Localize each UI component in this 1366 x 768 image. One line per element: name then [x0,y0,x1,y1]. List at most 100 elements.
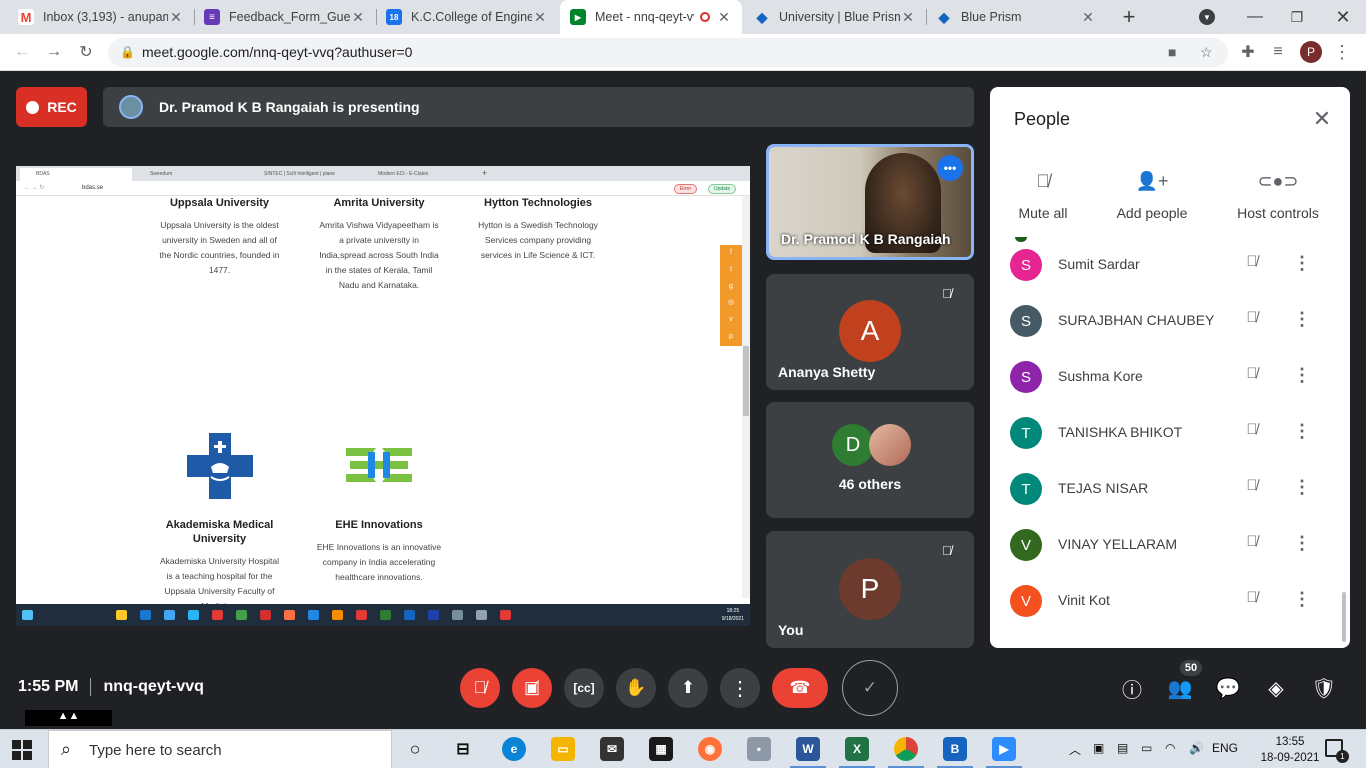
blueprism-icon[interactable]: B [937,737,973,768]
host-controls-icon[interactable]: 🛡 [1311,675,1337,701]
camera-toggle-button[interactable]: ▣̸ [512,668,552,708]
shared-screen[interactable]: BDAS Sweedum SINTEC | Scifi Intelligent … [16,166,750,626]
extensions-icon[interactable]: ✚ [1236,40,1260,64]
address-bar[interactable]: 🔒 meet.google.com/nnq-qeyt-vvq?authuser=… [108,38,1228,67]
browser-tab-meet[interactable]: ▶ Meet - nnq-qeyt-vvq ✕ [560,0,742,34]
close-tab-icon[interactable]: ✕ [532,9,548,26]
toggle-icon: ⊂●⊃ [1257,171,1299,191]
chat-icon[interactable]: 💬 [1215,675,1241,701]
participant-row[interactable]: T TANISHKA BHIKOT 🎙̸ ⋮ [990,405,1340,461]
participant-row[interactable]: S Sushma Kore 🎙̸ ⋮ [990,349,1340,405]
more-options-icon[interactable]: ⋮ [1290,421,1314,445]
zoom-icon[interactable]: ▶ [986,737,1022,768]
mic-off-icon[interactable]: 🎙̸ [1240,309,1264,333]
mute-all-button[interactable]: 🎙̸ Mute all [990,171,1098,221]
self-tile[interactable]: 🎙̸ P You [766,531,974,648]
more-options-icon[interactable]: ⋮ [1290,589,1314,613]
participant-row[interactable]: V VINAY YELLARAM 🎙̸ ⋮ [990,517,1340,573]
edge-icon[interactable]: e [502,737,526,761]
activities-icon[interactable]: ◈ [1263,675,1289,701]
store-icon[interactable]: ▦ [649,737,673,761]
cortana-icon[interactable]: ○ [403,737,427,761]
browser-menu-icon[interactable]: ⋮ [1330,40,1354,64]
taskbar-clock[interactable]: 13:55 18-09-2021 [1258,734,1322,766]
mic-off-icon[interactable]: 🎙̸ [1240,533,1264,557]
media-control-icon[interactable]: ≡ [1266,40,1290,64]
close-window-icon[interactable]: ✕ [1330,0,1356,34]
raise-hand-button[interactable]: ✋ [616,668,656,708]
mic-off-icon[interactable]: 🎙̸ [1240,477,1264,501]
new-tab-button[interactable]: + [1116,0,1142,34]
excel-icon[interactable]: X [839,737,875,768]
close-tab-icon[interactable]: ✕ [168,9,184,26]
mic-off-icon[interactable]: 🎙̸ [1240,421,1264,445]
participant-row[interactable]: V Vinit Kot 🎙̸ ⋮ [990,573,1340,629]
microphone-toggle-button[interactable]: 🎙̸ [460,668,500,708]
participant-avatar: V [1010,529,1042,561]
forward-icon[interactable]: → [42,40,66,64]
browser-toolbar: ← → ↻ 🔒 meet.google.com/nnq-qeyt-vvq?aut… [0,34,1366,71]
profile-avatar[interactable]: P [1300,41,1322,63]
mail-icon[interactable]: ✉ [600,737,624,761]
leave-call-button[interactable]: ☎ [772,668,828,708]
participant-tile-ananya[interactable]: 🎙̸ A Ananya Shetty [766,274,974,390]
captions-button[interactable]: [cc] [564,668,604,708]
others-tile[interactable]: D 46 others [766,402,974,518]
volume-icon[interactable]: 🔊 [1189,741,1204,755]
participant-row[interactable]: S SURAJBHAN CHAUBEY 🎙̸ ⋮ [990,293,1340,349]
more-options-icon[interactable]: ⋮ [1290,533,1314,557]
host-controls-button[interactable]: ⊂●⊃ Host controls [1223,171,1333,221]
close-tab-icon[interactable]: ✕ [350,9,366,26]
browser-tab-college[interactable]: 18 K.C.College of Engineer ✕ [376,0,558,34]
tab-search-icon[interactable]: ▼ [1196,0,1218,34]
people-panel-title: People [1014,109,1071,129]
browser-tab-feedback-form[interactable]: ≡ Feedback_Form_Guest ✕ [194,0,376,34]
browser-tab-gmail[interactable]: M Inbox (3,193) - anupam ✕ [8,0,194,34]
close-tab-icon[interactable]: ✕ [900,9,916,26]
tray-icon[interactable]: ▣ [1093,741,1104,755]
more-vert-icon: ⋮ [730,677,750,700]
file-explorer-icon[interactable]: ▭ [551,737,575,761]
app-icon[interactable]: ▪ [747,737,771,761]
people-icon[interactable]: 👥 [1167,675,1193,701]
minimize-window-icon[interactable]: — [1240,0,1270,34]
start-button[interactable] [12,740,32,760]
wifi-icon[interactable]: ◠ [1165,741,1175,755]
participant-row[interactable]: T TEJAS NISAR 🎙̸ ⋮ [990,461,1340,517]
browser-tab-university-blue-prism[interactable]: ◆ University | Blue Prism ✕ [744,0,926,34]
back-icon[interactable]: ← [10,40,34,64]
reload-icon[interactable]: ↻ [74,40,98,64]
more-options-icon[interactable]: ⋮ [1290,365,1314,389]
more-options-icon[interactable]: ⋮ [1290,253,1314,277]
mic-off-icon[interactable]: 🎙̸ [1240,589,1264,613]
browser-tab-blue-prism[interactable]: ◆ Blue Prism ✕ [926,0,1106,34]
language-indicator[interactable]: ENG [1212,741,1238,755]
meeting-details-icon[interactable]: ⓘ [1119,675,1145,702]
card-heading: EHE Innovations [335,519,423,531]
battery-icon[interactable]: ▭ [1141,741,1152,755]
participant-row[interactable]: S Sumit Sardar 🎙̸ ⋮ [990,237,1340,293]
notification-center-icon[interactable]: 1 [1325,739,1349,763]
present-screen-button[interactable]: ⬆ [668,668,708,708]
chrome-icon[interactable] [888,737,924,768]
task-view-icon[interactable]: ⊟ [451,737,475,761]
close-tab-icon[interactable]: ✕ [1080,9,1096,26]
bookmark-star-icon[interactable]: ☆ [1200,44,1213,61]
mic-off-icon[interactable]: 🎙̸ [1240,253,1264,277]
camera-icon[interactable]: ■ [1168,44,1176,60]
presenter-tile[interactable]: ••• Dr. Pramod K B Rangaiah [766,144,974,260]
close-panel-icon[interactable]: ✕ [1308,105,1336,133]
mic-off-icon[interactable]: 🎙̸ [1240,365,1264,389]
meet-tray-icon[interactable]: ▤ [1117,741,1128,755]
firefox-icon[interactable]: ◉ [698,737,722,761]
restore-window-icon[interactable]: ❐ [1284,0,1310,34]
taskbar-search[interactable]: ⌕ Type here to search [48,730,392,768]
close-tab-icon[interactable]: ✕ [716,9,732,26]
more-options-icon[interactable]: ⋮ [1290,477,1314,501]
people-scrollbar[interactable] [1342,592,1346,642]
more-options-button[interactable]: ⋮ [720,668,760,708]
add-people-button[interactable]: 👤+ Add people [1097,171,1207,221]
more-options-icon[interactable]: ⋮ [1290,309,1314,333]
tray-overflow-icon[interactable]: ︿ [1069,741,1081,758]
word-icon[interactable]: W [790,737,826,768]
